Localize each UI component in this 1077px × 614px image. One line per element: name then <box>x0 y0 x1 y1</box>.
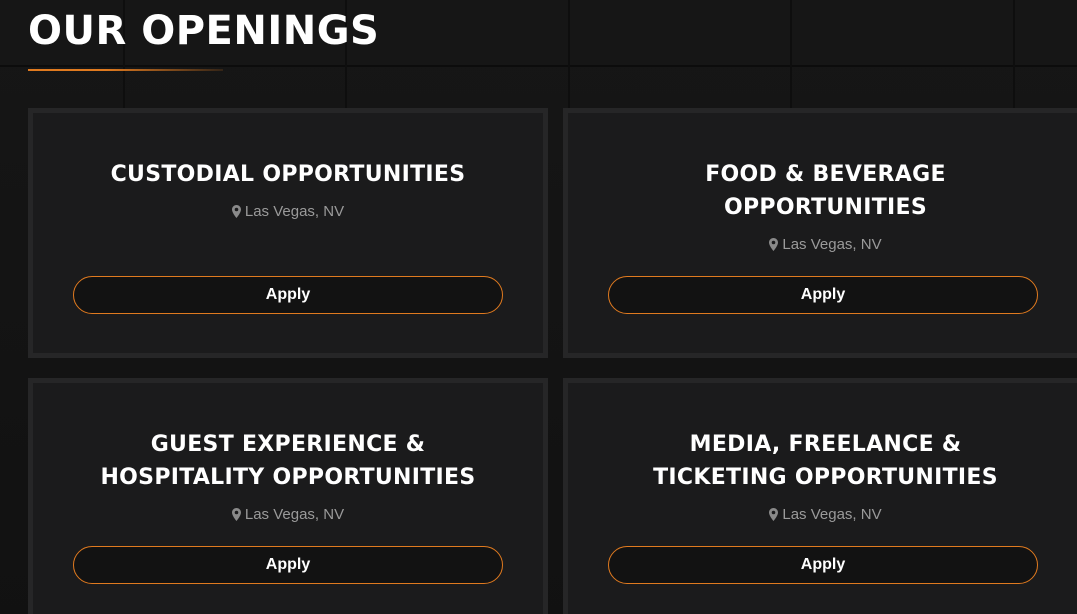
opening-title: CUSTODIAL OPPORTUNITIES <box>110 162 466 187</box>
opening-card-media-freelance: MEDIA, FREELANCE & TICKETING OPPORTUNITI… <box>563 378 1077 614</box>
apply-button-food-beverage[interactable]: Apply <box>608 276 1038 314</box>
opening-location: Las Vegas, NV <box>33 506 543 524</box>
apply-button-custodial[interactable]: Apply <box>73 276 503 314</box>
background-line <box>0 65 1077 67</box>
opening-card-food-beverage: FOOD & BEVERAGE OPPORTUNITIES Las Vegas,… <box>563 108 1077 358</box>
map-pin-icon <box>769 508 779 521</box>
opening-card-custodial: CUSTODIAL OPPORTUNITIES Las Vegas, NV Ap… <box>28 108 548 358</box>
opening-title: FOOD & BEVERAGE OPPORTUNITIES <box>705 162 946 220</box>
opening-location: Las Vegas, NV <box>568 506 1077 524</box>
page-title: OUR OPENINGS <box>28 8 380 54</box>
map-pin-icon <box>231 508 241 521</box>
location-text: Las Vegas, NV <box>244 506 345 523</box>
location-text: Las Vegas, NV <box>782 236 882 253</box>
background-line <box>568 0 570 108</box>
opening-card-guest-experience: GUEST EXPERIENCE & HOSPITALITY OPPORTUNI… <box>28 378 548 614</box>
title-underline <box>28 69 223 71</box>
openings-page: OUR OPENINGS CUSTODIAL OPPORTUNITIES Las… <box>0 0 1077 614</box>
apply-button-guest-experience[interactable]: Apply <box>73 546 503 584</box>
location-text: Las Vegas, NV <box>782 506 882 523</box>
background-line <box>790 0 792 108</box>
map-pin-icon <box>231 205 241 218</box>
map-pin-icon <box>769 238 779 251</box>
opening-location: Las Vegas, NV <box>33 203 543 221</box>
opening-title: MEDIA, FREELANCE & TICKETING OPPORTUNITI… <box>653 432 998 490</box>
location-text: Las Vegas, NV <box>244 203 345 220</box>
apply-button-media-freelance[interactable]: Apply <box>608 546 1038 584</box>
opening-location: Las Vegas, NV <box>568 236 1077 254</box>
opening-title: GUEST EXPERIENCE & HOSPITALITY OPPORTUNI… <box>100 432 476 490</box>
background-line <box>1013 0 1015 108</box>
